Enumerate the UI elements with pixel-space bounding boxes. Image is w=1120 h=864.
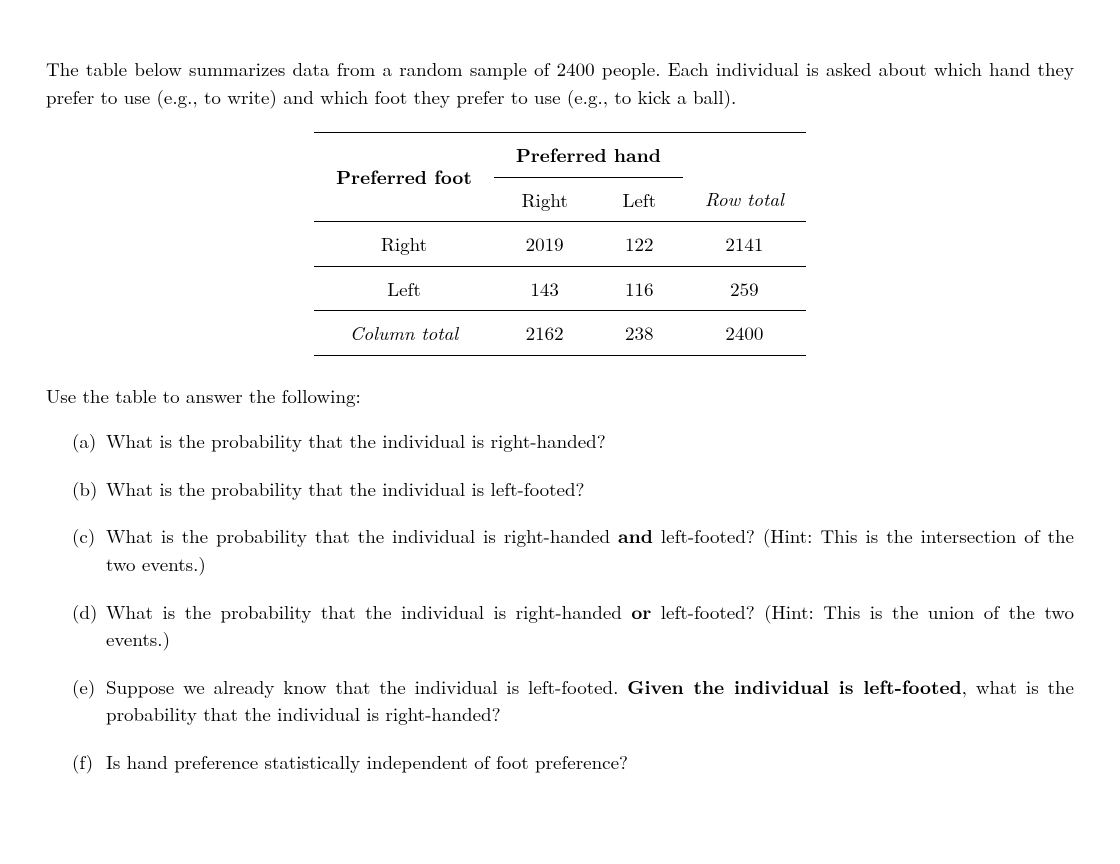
question-a: (a) What is the probability that the ind… — [72, 427, 1074, 455]
cell-right-right: 2019 — [494, 222, 596, 267]
row-total-left: 259 — [683, 266, 806, 311]
cell-right-left: 122 — [596, 222, 683, 267]
bold-given: Given the individual is left-footed — [627, 672, 961, 700]
marker-d: (d) — [72, 598, 106, 653]
intro-paragraph: The table below summarizes data from a r… — [46, 55, 1074, 110]
bold-and: and — [618, 521, 653, 549]
spacer-cell — [683, 133, 806, 178]
body-e: Suppose we already know that the individ… — [106, 673, 1074, 728]
prompt-text: Use the table to answer the following: — [46, 382, 1074, 410]
marker-c: (c) — [72, 522, 106, 577]
contingency-table: Preferred foot Preferred hand Right Left… — [314, 132, 806, 356]
question-c: (c) What is the probability that the ind… — [72, 522, 1074, 577]
text: Is hand preference statistically indepen… — [106, 748, 628, 775]
col-label-right: Right — [494, 177, 596, 222]
question-e: (e) Suppose we already know that the ind… — [72, 673, 1074, 728]
col-total-right: 2162 — [494, 311, 596, 356]
body-b: What is the probability that the individ… — [106, 475, 1074, 503]
question-b: (b) What is the probability that the ind… — [72, 475, 1074, 503]
text: Suppose we already know that the individ… — [106, 673, 627, 700]
text: What is the probability that the individ… — [106, 522, 618, 549]
text: What is the probability that the individ… — [106, 475, 585, 502]
col-label-left: Left — [596, 177, 683, 222]
col-total-label: Column total — [314, 311, 494, 356]
table-container: Preferred foot Preferred hand Right Left… — [46, 132, 1074, 356]
row-header-title: Preferred foot — [314, 133, 494, 222]
cell-left-left: 116 — [596, 266, 683, 311]
body-c: What is the probability that the individ… — [106, 522, 1074, 577]
question-list: (a) What is the probability that the ind… — [72, 427, 1074, 775]
marker-e: (e) — [72, 673, 106, 728]
question-f: (f) Is hand preference statistically ind… — [72, 748, 1074, 776]
body-f: Is hand preference statistically indepen… — [106, 748, 1074, 776]
bold-or: or — [631, 597, 651, 625]
row-label-right: Right — [314, 222, 494, 267]
question-d: (d) What is the probability that the ind… — [72, 598, 1074, 653]
text: What is the probability that the individ… — [106, 598, 631, 625]
marker-b: (b) — [72, 475, 106, 503]
body-a: What is the probability that the individ… — [106, 427, 1074, 455]
marker-a: (a) — [72, 427, 106, 455]
marker-f: (f) — [72, 748, 106, 776]
body-d: What is the probability that the individ… — [106, 598, 1074, 653]
row-total-label: Row total — [683, 177, 806, 222]
cell-left-right: 143 — [494, 266, 596, 311]
row-label-left: Left — [314, 266, 494, 311]
col-header-title: Preferred hand — [494, 133, 683, 178]
col-total-left: 238 — [596, 311, 683, 356]
grand-total: 2400 — [683, 311, 806, 356]
row-total-right: 2141 — [683, 222, 806, 267]
text: What is the probability that the individ… — [106, 427, 606, 454]
